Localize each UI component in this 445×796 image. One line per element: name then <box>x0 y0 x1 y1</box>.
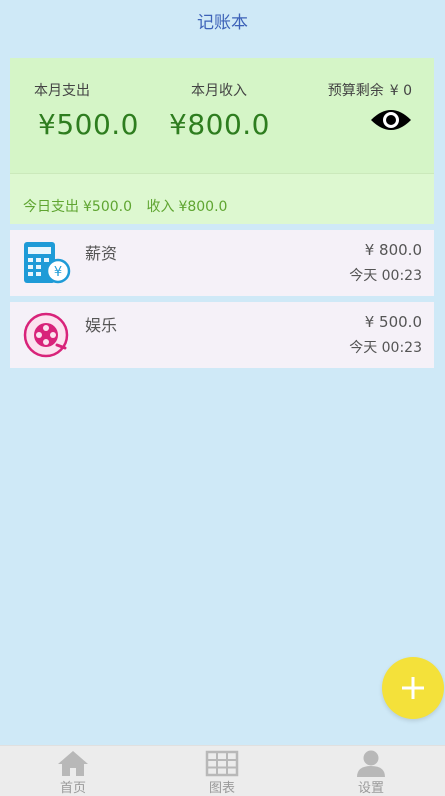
tab-settings-label: 设置 <box>357 781 384 796</box>
month-expense-amount: ¥500.0 <box>38 108 139 141</box>
eye-icon[interactable] <box>370 106 412 134</box>
grid-chart-icon <box>205 750 239 777</box>
month-income-amount: ¥800.0 <box>169 108 270 141</box>
month-income-label: 本月收入 <box>191 83 247 99</box>
today-expense-label: 今日支出 <box>23 199 79 215</box>
user-icon <box>357 750 385 777</box>
record-row-salary[interactable]: ¥ 薪资 ¥ 800.0 今天 00:23 <box>10 230 434 296</box>
record-name: 娱乐 <box>85 316 118 335</box>
app-title: 记账本 <box>197 13 248 33</box>
record-name: 薪资 <box>85 244 118 263</box>
record-time: 今天 00:23 <box>349 268 422 284</box>
budget-remaining-value: ¥ 0 <box>389 83 412 99</box>
tab-chart[interactable]: 图表 <box>172 746 272 796</box>
tab-home-label: 首页 <box>59 781 86 796</box>
record-amount: ¥ 800.0 <box>364 241 422 259</box>
today-expense-amount: ¥500.0 <box>83 199 132 215</box>
budget-remaining: 预算剩余 ¥ 0 <box>322 80 412 100</box>
salary-calculator-icon: ¥ <box>21 240 71 286</box>
summary-header: 本月支出 本月收入 预算剩余 ¥ 0 ¥500.0 ¥800.0 <box>10 58 434 173</box>
bottom-tab-bar: 首页 图表 设置 <box>0 745 445 796</box>
today-summary-bar: 今日支出 ¥500.0 收入 ¥800.0 <box>10 173 434 224</box>
record-amount: ¥ 500.0 <box>364 313 422 331</box>
add-record-button[interactable] <box>382 657 444 719</box>
monthly-summary-card: 本月支出 本月收入 预算剩余 ¥ 0 ¥500.0 ¥800.0 今日支出 ¥500… <box>10 58 434 224</box>
record-row-entertainment[interactable]: 娱乐 ¥ 500.0 今天 00:23 <box>10 302 434 368</box>
today-income-label: 收入 <box>146 199 175 215</box>
svg-text:¥: ¥ <box>54 265 62 280</box>
tab-home[interactable]: 首页 <box>23 746 123 796</box>
plus-icon <box>402 677 424 699</box>
today-income-amount: ¥800.0 <box>178 199 228 215</box>
budget-remaining-label: 预算剩余 <box>327 83 384 99</box>
tab-chart-label: 图表 <box>208 781 235 796</box>
today-summary: 今日支出 ¥500.0 收入 ¥800.0 <box>23 196 231 216</box>
entertainment-film-reel-icon <box>21 312 71 358</box>
home-icon <box>58 751 88 776</box>
tab-settings[interactable]: 设置 <box>321 746 421 796</box>
month-expense-label: 本月支出 <box>34 83 90 99</box>
record-time: 今天 00:23 <box>349 340 422 356</box>
